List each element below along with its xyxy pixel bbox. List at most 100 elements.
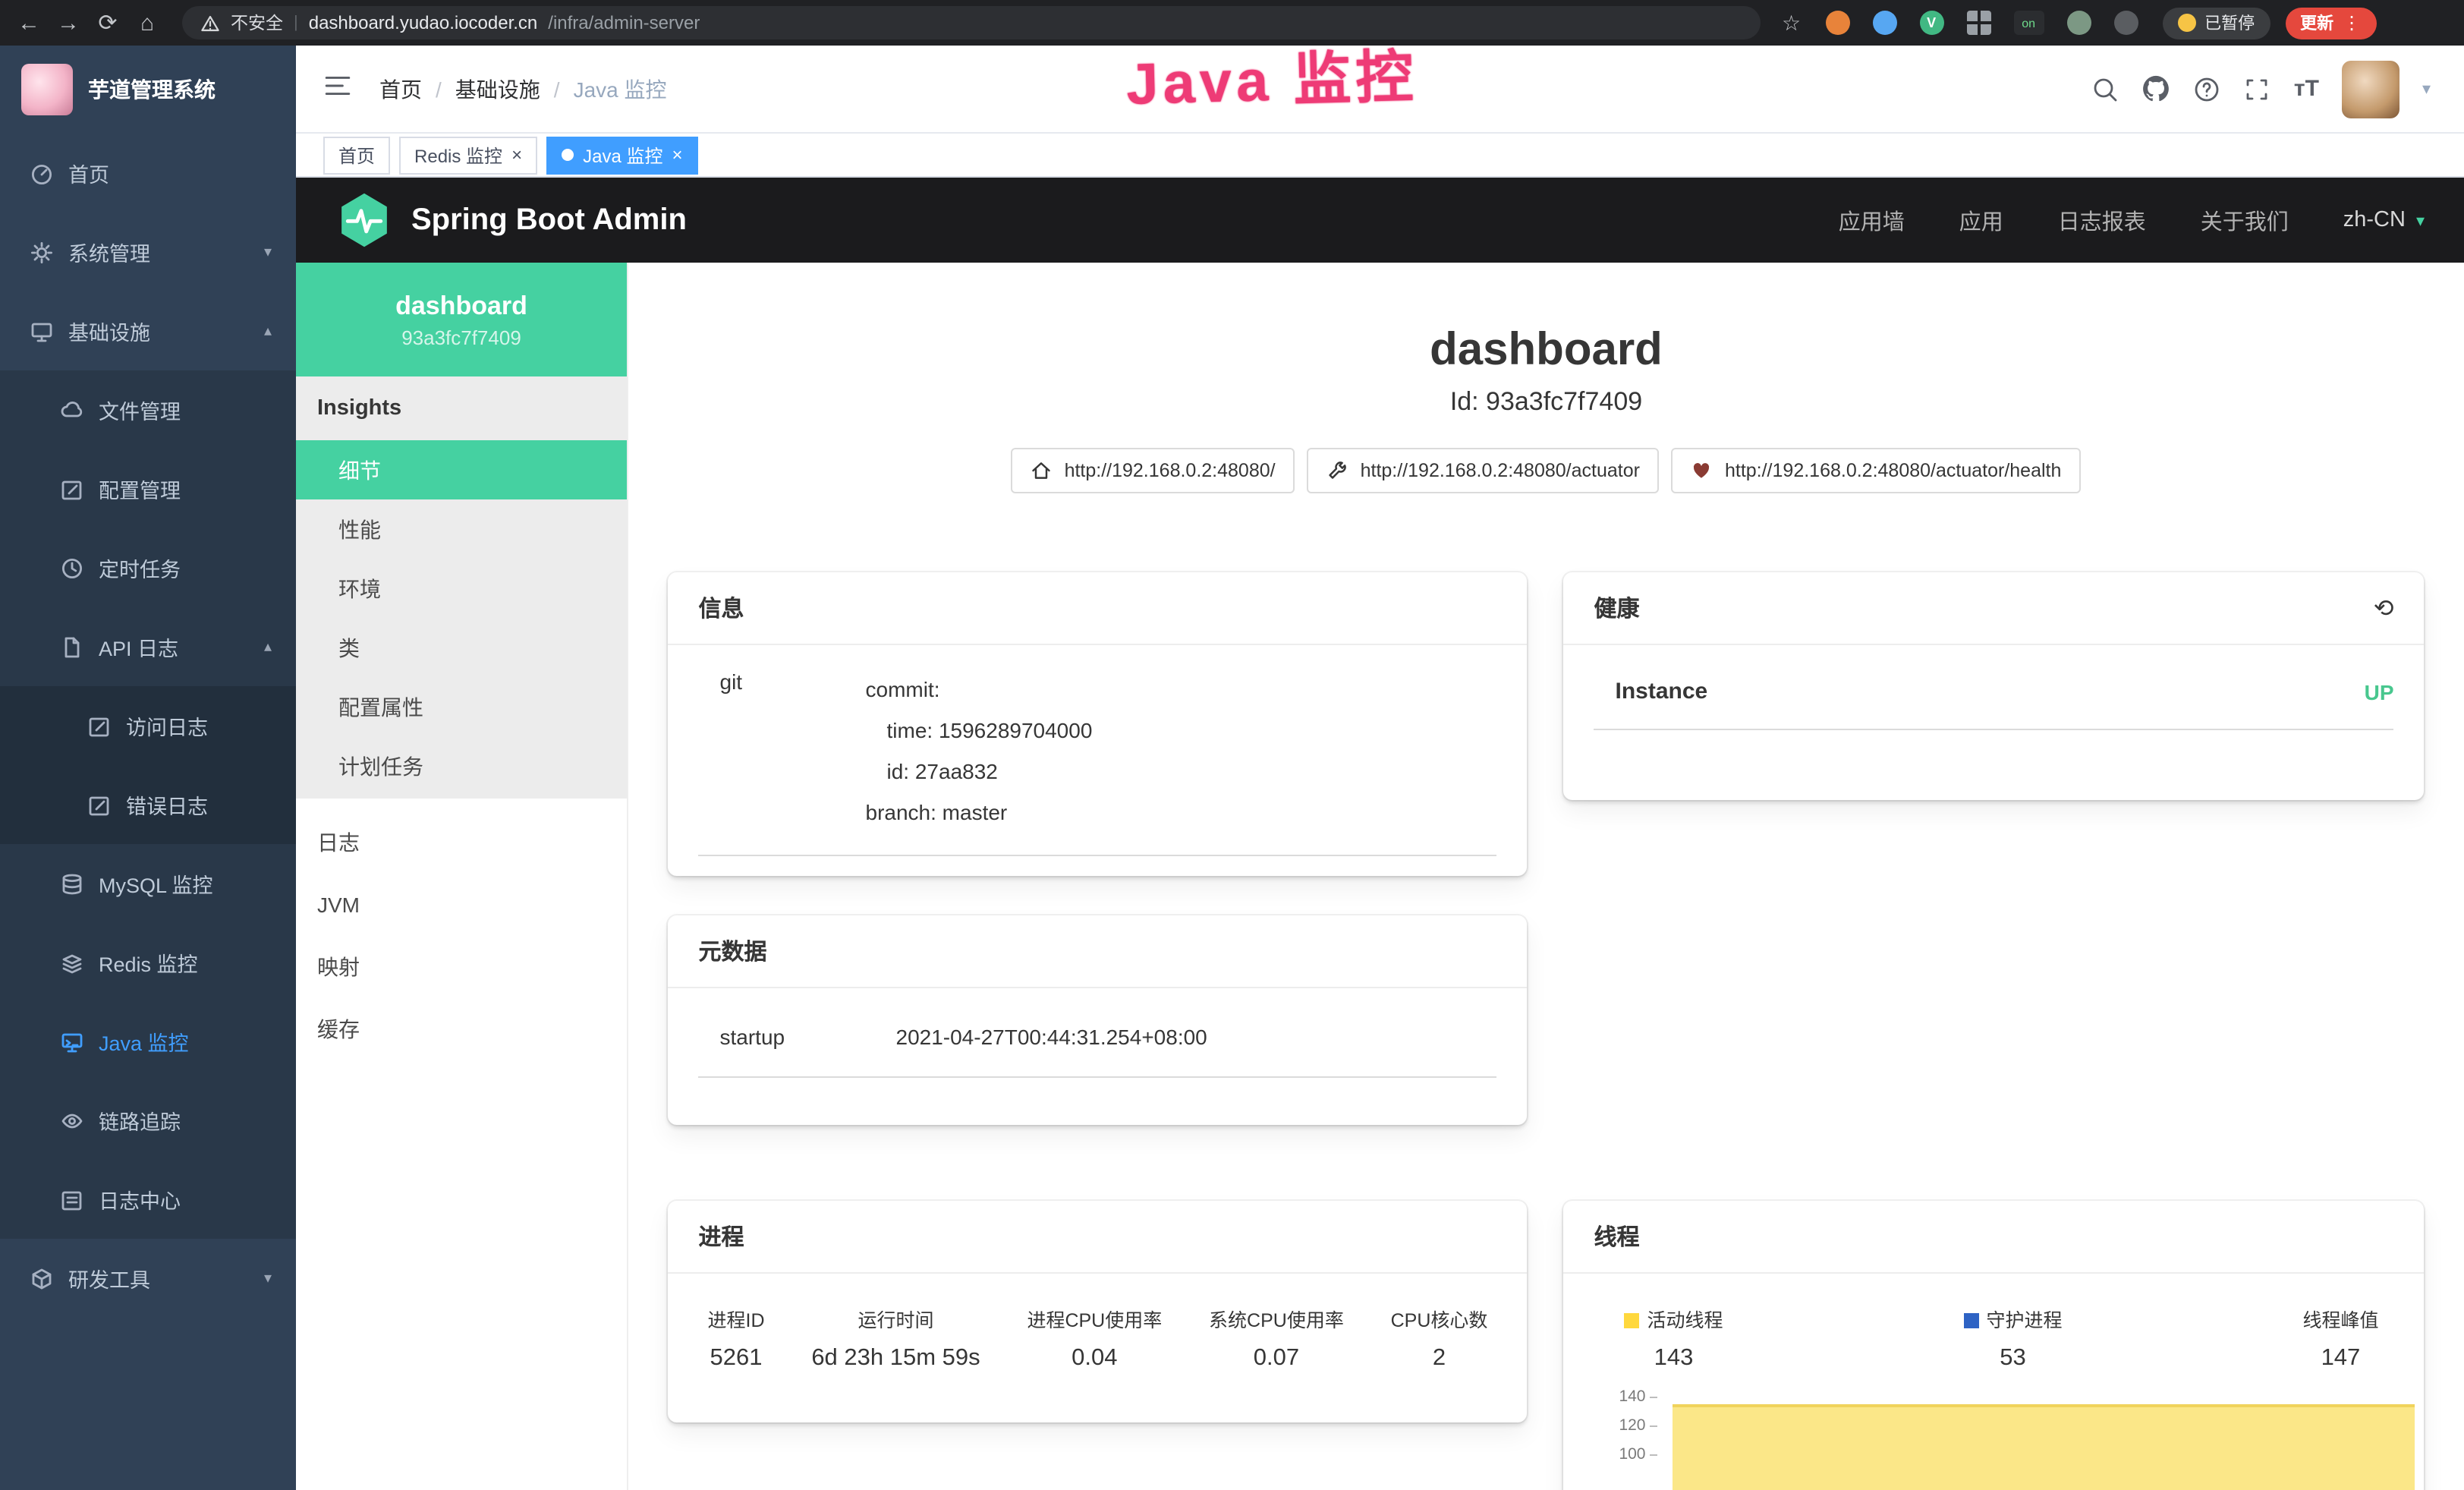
sba-item-details[interactable]: 细节 [296,440,627,499]
sba-item-metrics[interactable]: 性能 [296,499,627,559]
sba-item-mappings[interactable]: 映射 [296,935,627,997]
sba-item-caches[interactable]: 缓存 [296,997,627,1060]
health-status-badge: UP [2365,679,2394,704]
extension-grid-icon[interactable] [1966,11,1990,35]
cloud-icon [61,398,83,421]
close-icon[interactable]: × [672,146,682,164]
extension-icon-2[interactable] [1872,11,1896,35]
search-icon[interactable] [2092,75,2119,102]
sidebar-item-infrastructure[interactable]: 基础设施 ▴ [0,291,296,370]
extension-puzzle-icon[interactable] [2113,11,2138,35]
sba-logo-icon [338,191,390,249]
sba-instance-header[interactable]: dashboard 93a3fc7f7409 [296,263,627,376]
sba-nav-applications[interactable]: 应用 [1959,204,2003,236]
health-url-link[interactable]: http://192.168.0.2:48080/actuator/health [1672,448,2081,493]
edit-icon [88,793,111,816]
sba-item-jvm[interactable]: JVM [296,873,627,935]
sidebar-item-mysql-monitor[interactable]: MySQL 监控 [0,844,296,923]
legend-swatch-live [1625,1313,1640,1328]
browser-back-button[interactable]: ← [9,10,49,36]
bookmark-star-icon[interactable]: ☆ [1782,10,1801,36]
tag-java-monitor[interactable]: Java 监控 × [546,136,697,174]
tag-redis-monitor[interactable]: Redis 监控 × [399,136,537,174]
extension-on-icon[interactable]: on [2013,11,2044,35]
clock-icon [61,556,83,579]
sba-navbar: Spring Boot Admin 应用墙 应用 日志报表 关于我们 zh-CN… [296,178,2464,263]
sidebar-item-redis-monitor[interactable]: Redis 监控 [0,923,296,1002]
sidebar-item-config-management[interactable]: 配置管理 [0,449,296,528]
sidebar-item-system[interactable]: 系统管理 ▾ [0,213,296,291]
fullscreen-icon[interactable] [2244,75,2271,102]
screen: ← → ⟳ ⌂ 不安全 | dashboard.yudao.iocoder.cn… [0,0,2464,1490]
box-icon [30,1267,53,1290]
url-domain: dashboard.yudao.iocoder.cn [309,12,538,33]
log-icon [61,1188,83,1211]
heart-icon [1691,460,1713,481]
sidebar-item-java-monitor[interactable]: Java 监控 [0,1002,296,1081]
address-separator: | [294,14,298,32]
browser-menu-kebab-icon[interactable]: ⋮ [2343,12,2361,33]
sidebar-item-home[interactable]: 首页 [0,134,296,213]
eye-icon [61,1109,83,1132]
update-label: 更新 [2300,11,2333,35]
url-path: /infra/admin-server [548,12,700,33]
extension-icon-1[interactable] [1825,11,1849,35]
document-icon [61,635,83,658]
browser-toolbar: ← → ⟳ ⌂ 不安全 | dashboard.yudao.iocoder.cn… [0,0,2464,46]
page-header: 首页 / 基础设施 / Java 监控 тT ▾ [296,46,2464,134]
right-column: 健康 ⟲ Instance UP 线程 活动线程 143 [1564,572,2425,1490]
instance-id: 93a3fc7f7409 [296,326,627,348]
sba-nav-wallboard[interactable]: 应用墙 [1839,204,1905,236]
browser-reload-button[interactable]: ⟳ [88,9,127,36]
metadata-card: 元数据 startup 2021-04-27T00:44:31.254+08:0… [669,915,1528,1125]
process-pid: 进程ID 5261 [708,1307,765,1372]
info-git-row: git commit: time: 1596289704000 id: 27aa… [699,645,1497,856]
paused-label: 已暂停 [2204,11,2255,35]
sba-nav-journal[interactable]: 日志报表 [2058,204,2146,236]
github-icon[interactable] [2142,74,2171,103]
sba-brand[interactable]: Spring Boot Admin [338,191,687,249]
service-url-link[interactable]: http://192.168.0.2:48080/ [1012,448,1295,493]
address-bar[interactable]: 不安全 | dashboard.yudao.iocoder.cn/infra/a… [182,6,1761,39]
app-title: 芋道管理系统 [88,74,216,105]
legend-daemon-threads: 守护进程 53 [1963,1307,2062,1372]
font-size-icon[interactable]: тT [2294,76,2319,102]
actuator-url-link[interactable]: http://192.168.0.2:48080/actuator [1308,448,1660,493]
tag-home[interactable]: 首页 [323,136,390,174]
sidebar-item-scheduled-jobs[interactable]: 定时任务 [0,528,296,607]
app-logo[interactable]: 芋道管理系统 [0,46,296,134]
breadcrumb-home[interactable]: 首页 [379,74,422,104]
sidebar-item-access-logs[interactable]: 访问日志 [0,686,296,765]
breadcrumb-infra[interactable]: 基础设施 [455,74,540,104]
sidebar-item-dev-tools[interactable]: 研发工具 ▾ [0,1239,296,1318]
hamburger-icon[interactable] [323,71,352,107]
browser-home-button[interactable]: ⌂ [127,10,167,36]
user-avatar[interactable] [2342,60,2399,118]
sba-item-environment[interactable]: 环境 [296,559,627,618]
browser-forward-button[interactable]: → [49,10,88,36]
sba-item-logs[interactable]: 日志 [296,811,627,873]
close-icon[interactable]: × [511,146,522,164]
sba-item-classes[interactable]: 类 [296,618,627,677]
instance-subtitle: Id: 93a3fc7f7409 [628,387,2464,417]
sidebar-item-tracing[interactable]: 链路追踪 [0,1081,296,1160]
monitor-icon [30,320,53,342]
paused-badge[interactable]: 已暂停 [2162,7,2270,39]
vue-devtools-icon[interactable]: V [1919,11,1943,35]
chevron-down-icon: ▾ [264,244,272,260]
process-card-title: 进程 [669,1201,1528,1274]
sba-locale-select[interactable]: zh-CN ▾ [2343,208,2425,232]
history-icon[interactable]: ⟲ [2374,593,2394,623]
sidebar-item-error-logs[interactable]: 错误日志 [0,765,296,844]
sidebar-item-file-management[interactable]: 文件管理 [0,370,296,449]
help-icon[interactable] [2194,75,2221,102]
sidebar-item-api-logs[interactable]: API 日志 ▴ [0,607,296,686]
sidebar-item-log-center[interactable]: 日志中心 [0,1160,296,1239]
layers-icon [61,951,83,974]
browser-update-button[interactable]: 更新 ⋮ [2285,7,2376,39]
sba-item-scheduled-tasks[interactable]: 计划任务 [296,736,627,795]
user-menu-caret-icon[interactable]: ▾ [2422,79,2431,99]
extension-leaf-icon[interactable] [2066,11,2091,35]
sba-nav-about[interactable]: 关于我们 [2201,204,2289,236]
sba-item-config-props[interactable]: 配置属性 [296,677,627,736]
